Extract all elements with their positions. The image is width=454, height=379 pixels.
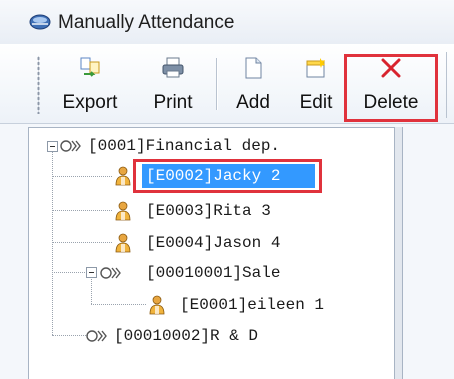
person-icon [112,233,134,253]
printer-icon [161,56,185,80]
add-button[interactable]: Add [225,52,281,118]
export-icon [78,56,102,80]
print-button[interactable]: Print [140,52,206,118]
export-label: Export [62,92,118,113]
collapse-icon[interactable] [47,141,58,152]
toolbar-edge [446,52,447,118]
tree-node-label: [E0002]Jacky 2 [146,167,281,185]
edit-document-icon [304,56,328,80]
department-icon [60,136,82,156]
toolbar: Export Print Add Edit Delete [0,44,454,124]
person-icon [146,295,168,315]
tree-line [52,176,112,177]
new-document-icon [241,56,265,80]
department-icon [86,326,108,346]
app-icon [29,14,51,30]
edit-button[interactable]: Edit [290,52,342,118]
tree-node-employee[interactable]: [E0001]eileen 1 [144,293,374,317]
person-icon [112,201,134,221]
tree-node-department[interactable]: [00010002]R & D [86,324,336,348]
toolbar-grip[interactable] [37,56,40,114]
attendance-window: Manually Attendance Export Print Add Edi… [0,0,454,379]
tree-node-department[interactable]: [00010001]Sale [80,261,330,285]
panel-splitter[interactable] [395,127,403,379]
tree-node-department[interactable]: [0001]Financial dep. [40,134,370,158]
title-bar: Manually Attendance [0,0,454,45]
tree-line [52,242,112,243]
delete-button[interactable]: Delete [348,52,434,118]
add-label: Add [236,92,270,113]
person-icon [112,166,134,186]
print-label: Print [153,92,193,113]
tree-node-label: [E0004]Jason 4 [146,234,281,252]
tree-node-label: [0001]Financial dep. [88,137,281,155]
tree-node-employee[interactable]: [E0004]Jason 4 [110,231,320,255]
toolbar-separator [216,58,217,110]
tree-node-label: [E0001]eileen 1 [180,296,325,314]
tree-line [52,210,112,211]
tree-node-employee-selected[interactable]: [E0002]Jacky 2 [110,164,320,188]
delete-x-icon [379,56,403,80]
export-button[interactable]: Export [50,52,130,118]
tree-node-label: [00010001]Sale [146,264,281,282]
tree-line [52,335,88,336]
tree-line [91,304,146,305]
collapse-icon[interactable] [86,267,97,278]
delete-label: Delete [363,92,419,113]
edit-label: Edit [299,92,333,113]
tree-node-label: [00010002]R & D [114,327,259,345]
tree-node-employee[interactable]: [E0003]Rita 3 [110,199,320,223]
department-icon [100,263,122,283]
window-title: Manually Attendance [58,12,235,33]
tree-node-label: [E0003]Rita 3 [146,202,271,220]
